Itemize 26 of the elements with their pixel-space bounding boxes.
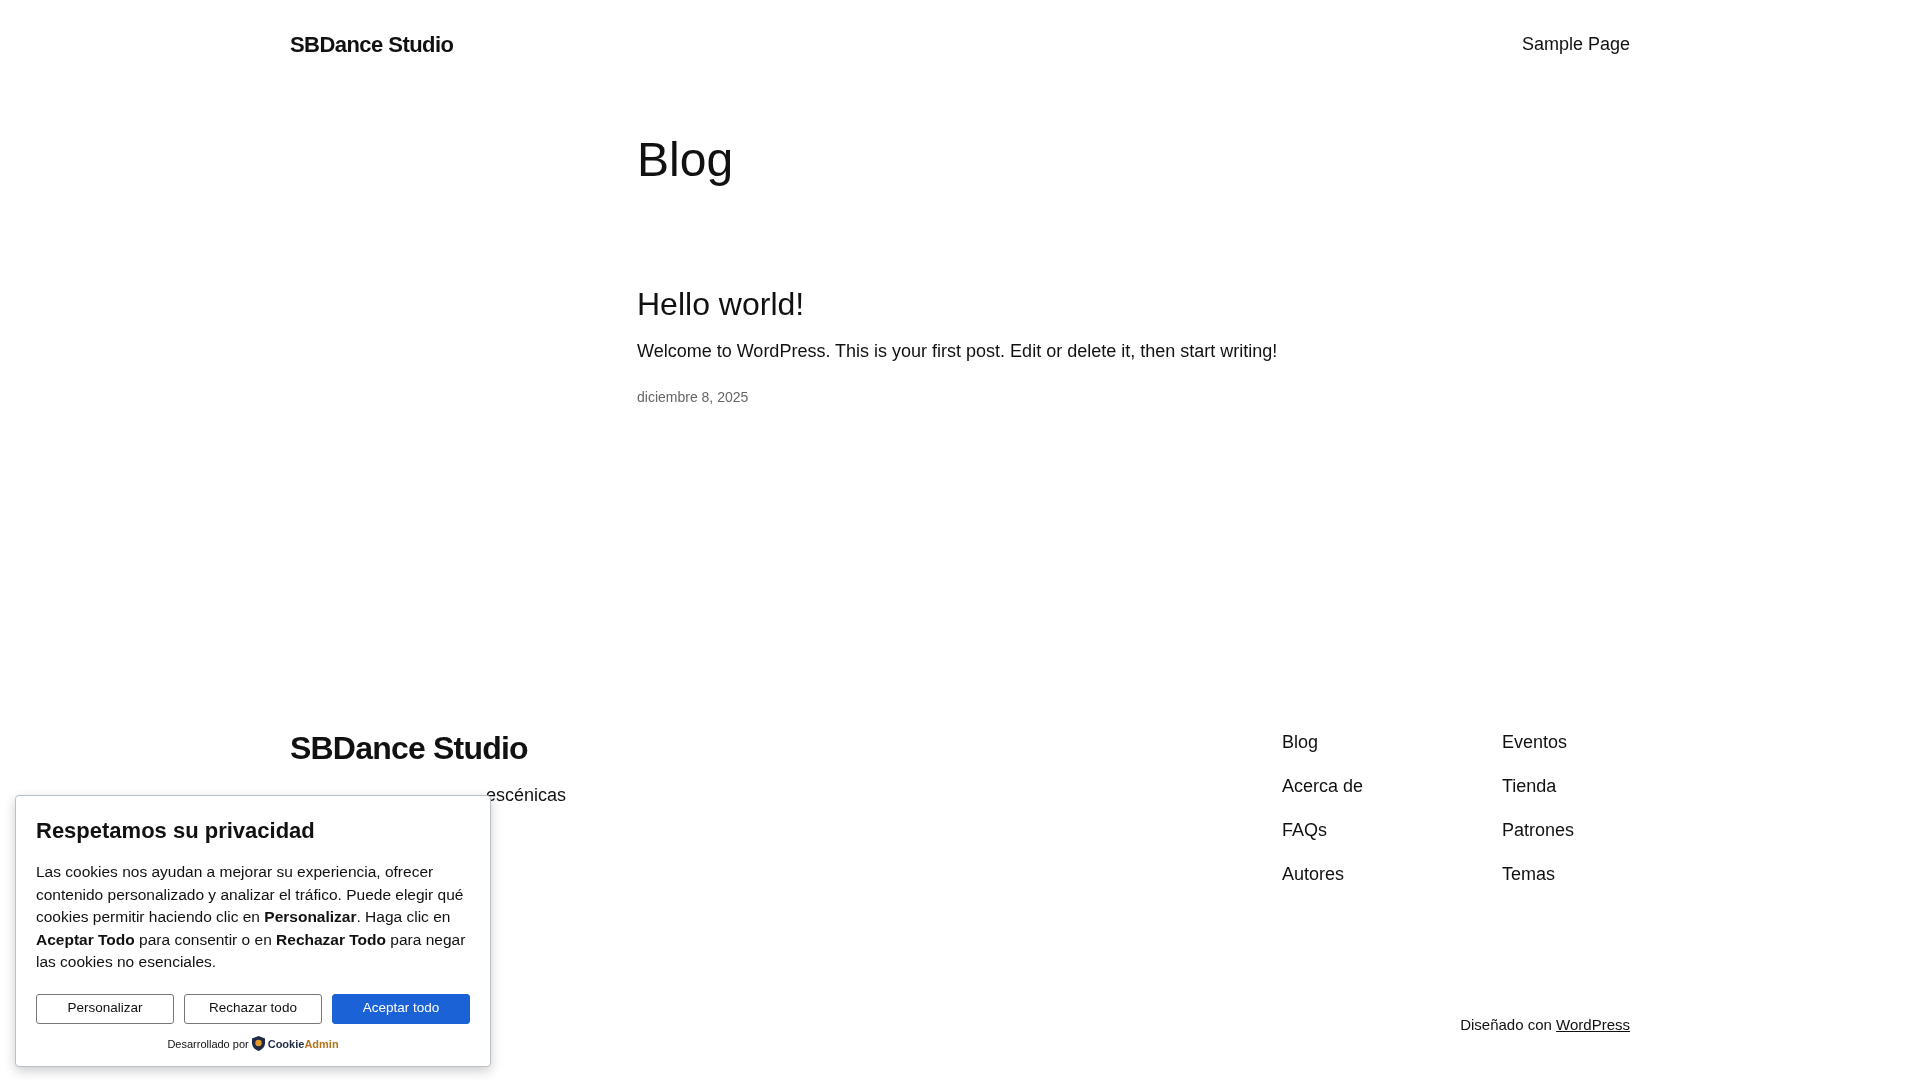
page-title: Blog [637, 136, 735, 184]
nav-link[interactable]: Sample Page [1521, 30, 1630, 58]
footer-nav-link[interactable]: Autores [1282, 862, 1410, 886]
footer-nav-link[interactable]: FAQs [1282, 818, 1410, 842]
cookie-text: Las cookies nos ayudan a mejorar su experiencia, ofrecer contenido personalizado y analizar el tráfico. Puede elegir qué cookies permitir haciendo clic en Personalizar. Haga clic en Aceptar Todo para consentir o en Rechazar Todo para negar las cookies no esenciales. [36, 862, 467, 972]
post-excerpt: Welcome to WordPress. This is your first post. Edit or delete it, then start writing! [637, 340, 1278, 363]
footer-nav-link[interactable]: Patrones [1502, 818, 1630, 842]
wordpress-link[interactable]: WordPress [1556, 1013, 1630, 1036]
footer-tagline: escénicas [486, 784, 567, 807]
footer-nav-link[interactable]: Tienda [1502, 774, 1630, 798]
cookie-title: Respetamos su privacidad [36, 817, 316, 845]
brand-logo-text: CookieAdmin [267, 1036, 339, 1052]
shield-icon [251, 1036, 265, 1052]
cookie-button[interactable]: Rechazar todo [184, 993, 322, 1024]
site-title[interactable]: SBDance Studio [290, 27, 454, 61]
footer-nav-link[interactable]: Temas [1502, 862, 1630, 886]
footer-nav-link[interactable]: Blog [1282, 730, 1410, 754]
credit-text: Diseñado con [1460, 1014, 1553, 1035]
footer-site-title[interactable]: SBDance Studio [290, 728, 567, 768]
footer-nav-link[interactable]: Acerca de [1282, 774, 1410, 798]
footer-nav-link[interactable]: Eventos [1502, 730, 1630, 754]
powered-by-text: Desarrollado por [167, 1036, 249, 1052]
post-title[interactable]: Hello world! [637, 284, 805, 324]
post-date: diciembre 8, 2025 [637, 388, 749, 407]
cookie-button[interactable]: Personalizar [36, 993, 174, 1024]
accept-button[interactable]: Aceptar todo [332, 993, 470, 1024]
